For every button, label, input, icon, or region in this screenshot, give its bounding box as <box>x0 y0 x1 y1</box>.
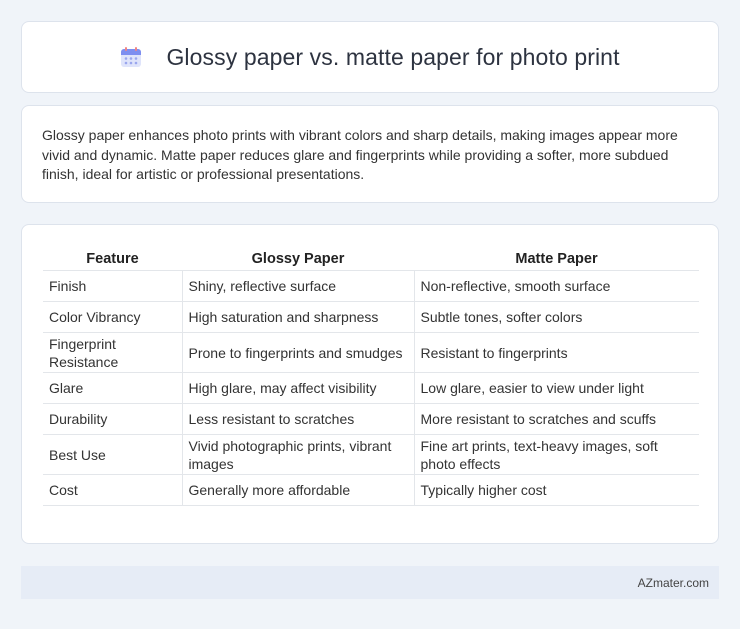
glossy-cell: Shiny, reflective surface <box>182 270 415 302</box>
comparison-card: Feature Glossy Paper Matte Paper Finish … <box>21 224 719 544</box>
feature-cell: Finish <box>43 270 183 302</box>
table-row: Finish Shiny, reflective surface Non-ref… <box>43 270 699 302</box>
glossy-cell: Generally more affordable <box>182 474 415 506</box>
glossy-cell: Vivid photographic prints, vibrant image… <box>182 434 415 475</box>
page-title: Glossy paper vs. matte paper for photo p… <box>166 43 620 70</box>
header-matte-paper: Matte Paper <box>414 245 699 271</box>
matte-cell: Typically higher cost <box>414 474 699 506</box>
feature-cell: Durability <box>43 403 183 435</box>
table-row: Durability Less resistant to scratches M… <box>43 403 699 435</box>
feature-cell: Color Vibrancy <box>43 301 183 333</box>
footer-site-link[interactable]: AZmater.com <box>638 576 709 590</box>
matte-cell: More resistant to scratches and scuffs <box>414 403 699 435</box>
header-glossy-paper: Glossy Paper <box>182 245 414 271</box>
calendar-icon <box>120 46 142 68</box>
matte-cell: Subtle tones, softer colors <box>414 301 699 333</box>
table-row: Glare High glare, may affect visibility … <box>43 372 699 404</box>
intro-text: Glossy paper enhances photo prints with … <box>42 127 678 182</box>
glossy-cell: High saturation and sharpness <box>182 301 415 333</box>
title-wrap: Glossy paper vs. matte paper for photo p… <box>120 44 619 71</box>
matte-cell: Non-reflective, smooth surface <box>414 270 699 302</box>
intro-card: Glossy paper enhances photo prints with … <box>21 105 719 203</box>
table-row: Color Vibrancy High saturation and sharp… <box>43 301 699 333</box>
footer: AZmater.com <box>21 566 719 599</box>
feature-cell: Best Use <box>43 434 183 475</box>
glossy-cell: High glare, may affect visibility <box>182 372 415 404</box>
matte-cell: Low glare, easier to view under light <box>414 372 699 404</box>
comparison-table: Feature Glossy Paper Matte Paper Finish … <box>43 245 699 506</box>
glossy-cell: Prone to fingerprints and smudges <box>182 332 415 373</box>
table-row: Fingerprint Resistance Prone to fingerpr… <box>43 332 699 373</box>
feature-cell: Cost <box>43 474 183 506</box>
title-card: Glossy paper vs. matte paper for photo p… <box>21 21 719 93</box>
feature-cell: Glare <box>43 372 183 404</box>
table-row: Best Use Vivid photographic prints, vibr… <box>43 434 699 475</box>
header-feature: Feature <box>43 245 182 271</box>
glossy-cell: Less resistant to scratches <box>182 403 415 435</box>
matte-cell: Resistant to fingerprints <box>414 332 699 373</box>
table-row: Cost Generally more affordable Typically… <box>43 474 699 506</box>
feature-cell: Fingerprint Resistance <box>43 332 183 373</box>
matte-cell: Fine art prints, text-heavy images, soft… <box>414 434 699 475</box>
table-header-row: Feature Glossy Paper Matte Paper <box>43 245 699 271</box>
